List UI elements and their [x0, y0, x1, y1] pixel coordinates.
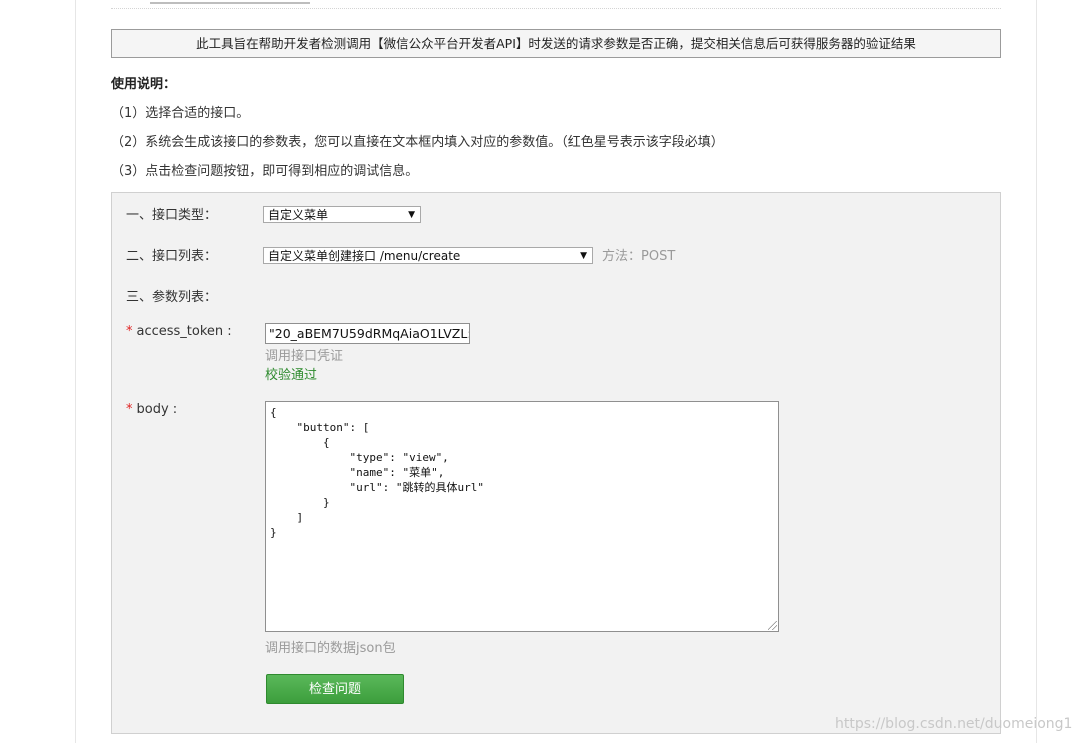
params-label: 三、参数列表：	[126, 290, 218, 305]
access-token-hint: 调用接口凭证	[265, 349, 344, 364]
interface-list-select[interactable]: 自定义菜单创建接口 /menu/create ▼	[263, 247, 593, 264]
tool-notice: 此工具旨在帮助开发者检测调用【微信公众平台开发者API】时发送的请求参数是否正确…	[111, 29, 1001, 58]
usage-step: （3）点击检查问题按钮，即可得到相应的调试信息。	[111, 164, 419, 179]
body-label: * body :	[126, 402, 177, 417]
access-token-status: 校验通过	[265, 368, 318, 383]
required-asterisk: *	[126, 324, 133, 339]
interface-type-select[interactable]: 自定义菜单 ▼	[263, 206, 421, 223]
check-issues-button[interactable]: 检查问题	[266, 674, 404, 704]
usage-title: 使用说明：	[111, 77, 177, 92]
body-textarea[interactable]: { "button": [ { "type": "view", "name": …	[265, 401, 779, 632]
required-asterisk: *	[126, 402, 133, 417]
header-divider	[111, 8, 1001, 9]
watermark: https://blog.csdn.net/duomeiong1	[835, 716, 1073, 732]
http-method: 方法：POST	[602, 249, 676, 264]
access-token-label: * access_token :	[126, 324, 232, 339]
body-label-text: body :	[136, 402, 178, 417]
resize-handle-icon[interactable]	[768, 621, 777, 630]
access-token-label-text: access_token :	[136, 324, 232, 339]
cut-off-heading	[150, 0, 310, 4]
usage-step: （1）选择合适的接口。	[111, 106, 250, 121]
page-border-right	[1036, 0, 1037, 743]
body-hint: 调用接口的数据json包	[265, 641, 396, 656]
usage-step: （2）系统会生成该接口的参数表，您可以直接在文本框内填入对应的参数值。（红色星号…	[111, 135, 724, 150]
dropdown-arrow-icon: ▼	[580, 251, 587, 261]
interface-list-value: 自定义菜单创建接口 /menu/create	[268, 249, 461, 263]
interface-type-value: 自定义菜单	[268, 208, 329, 222]
access-token-input[interactable]: "20_aBEM7U59dRMqAiaO1LVZL:	[265, 323, 470, 344]
page-border-left	[75, 0, 76, 743]
interface-list-label: 二、接口列表：	[126, 249, 218, 264]
dropdown-arrow-icon: ▼	[408, 210, 415, 220]
interface-type-label: 一、接口类型：	[126, 208, 218, 223]
